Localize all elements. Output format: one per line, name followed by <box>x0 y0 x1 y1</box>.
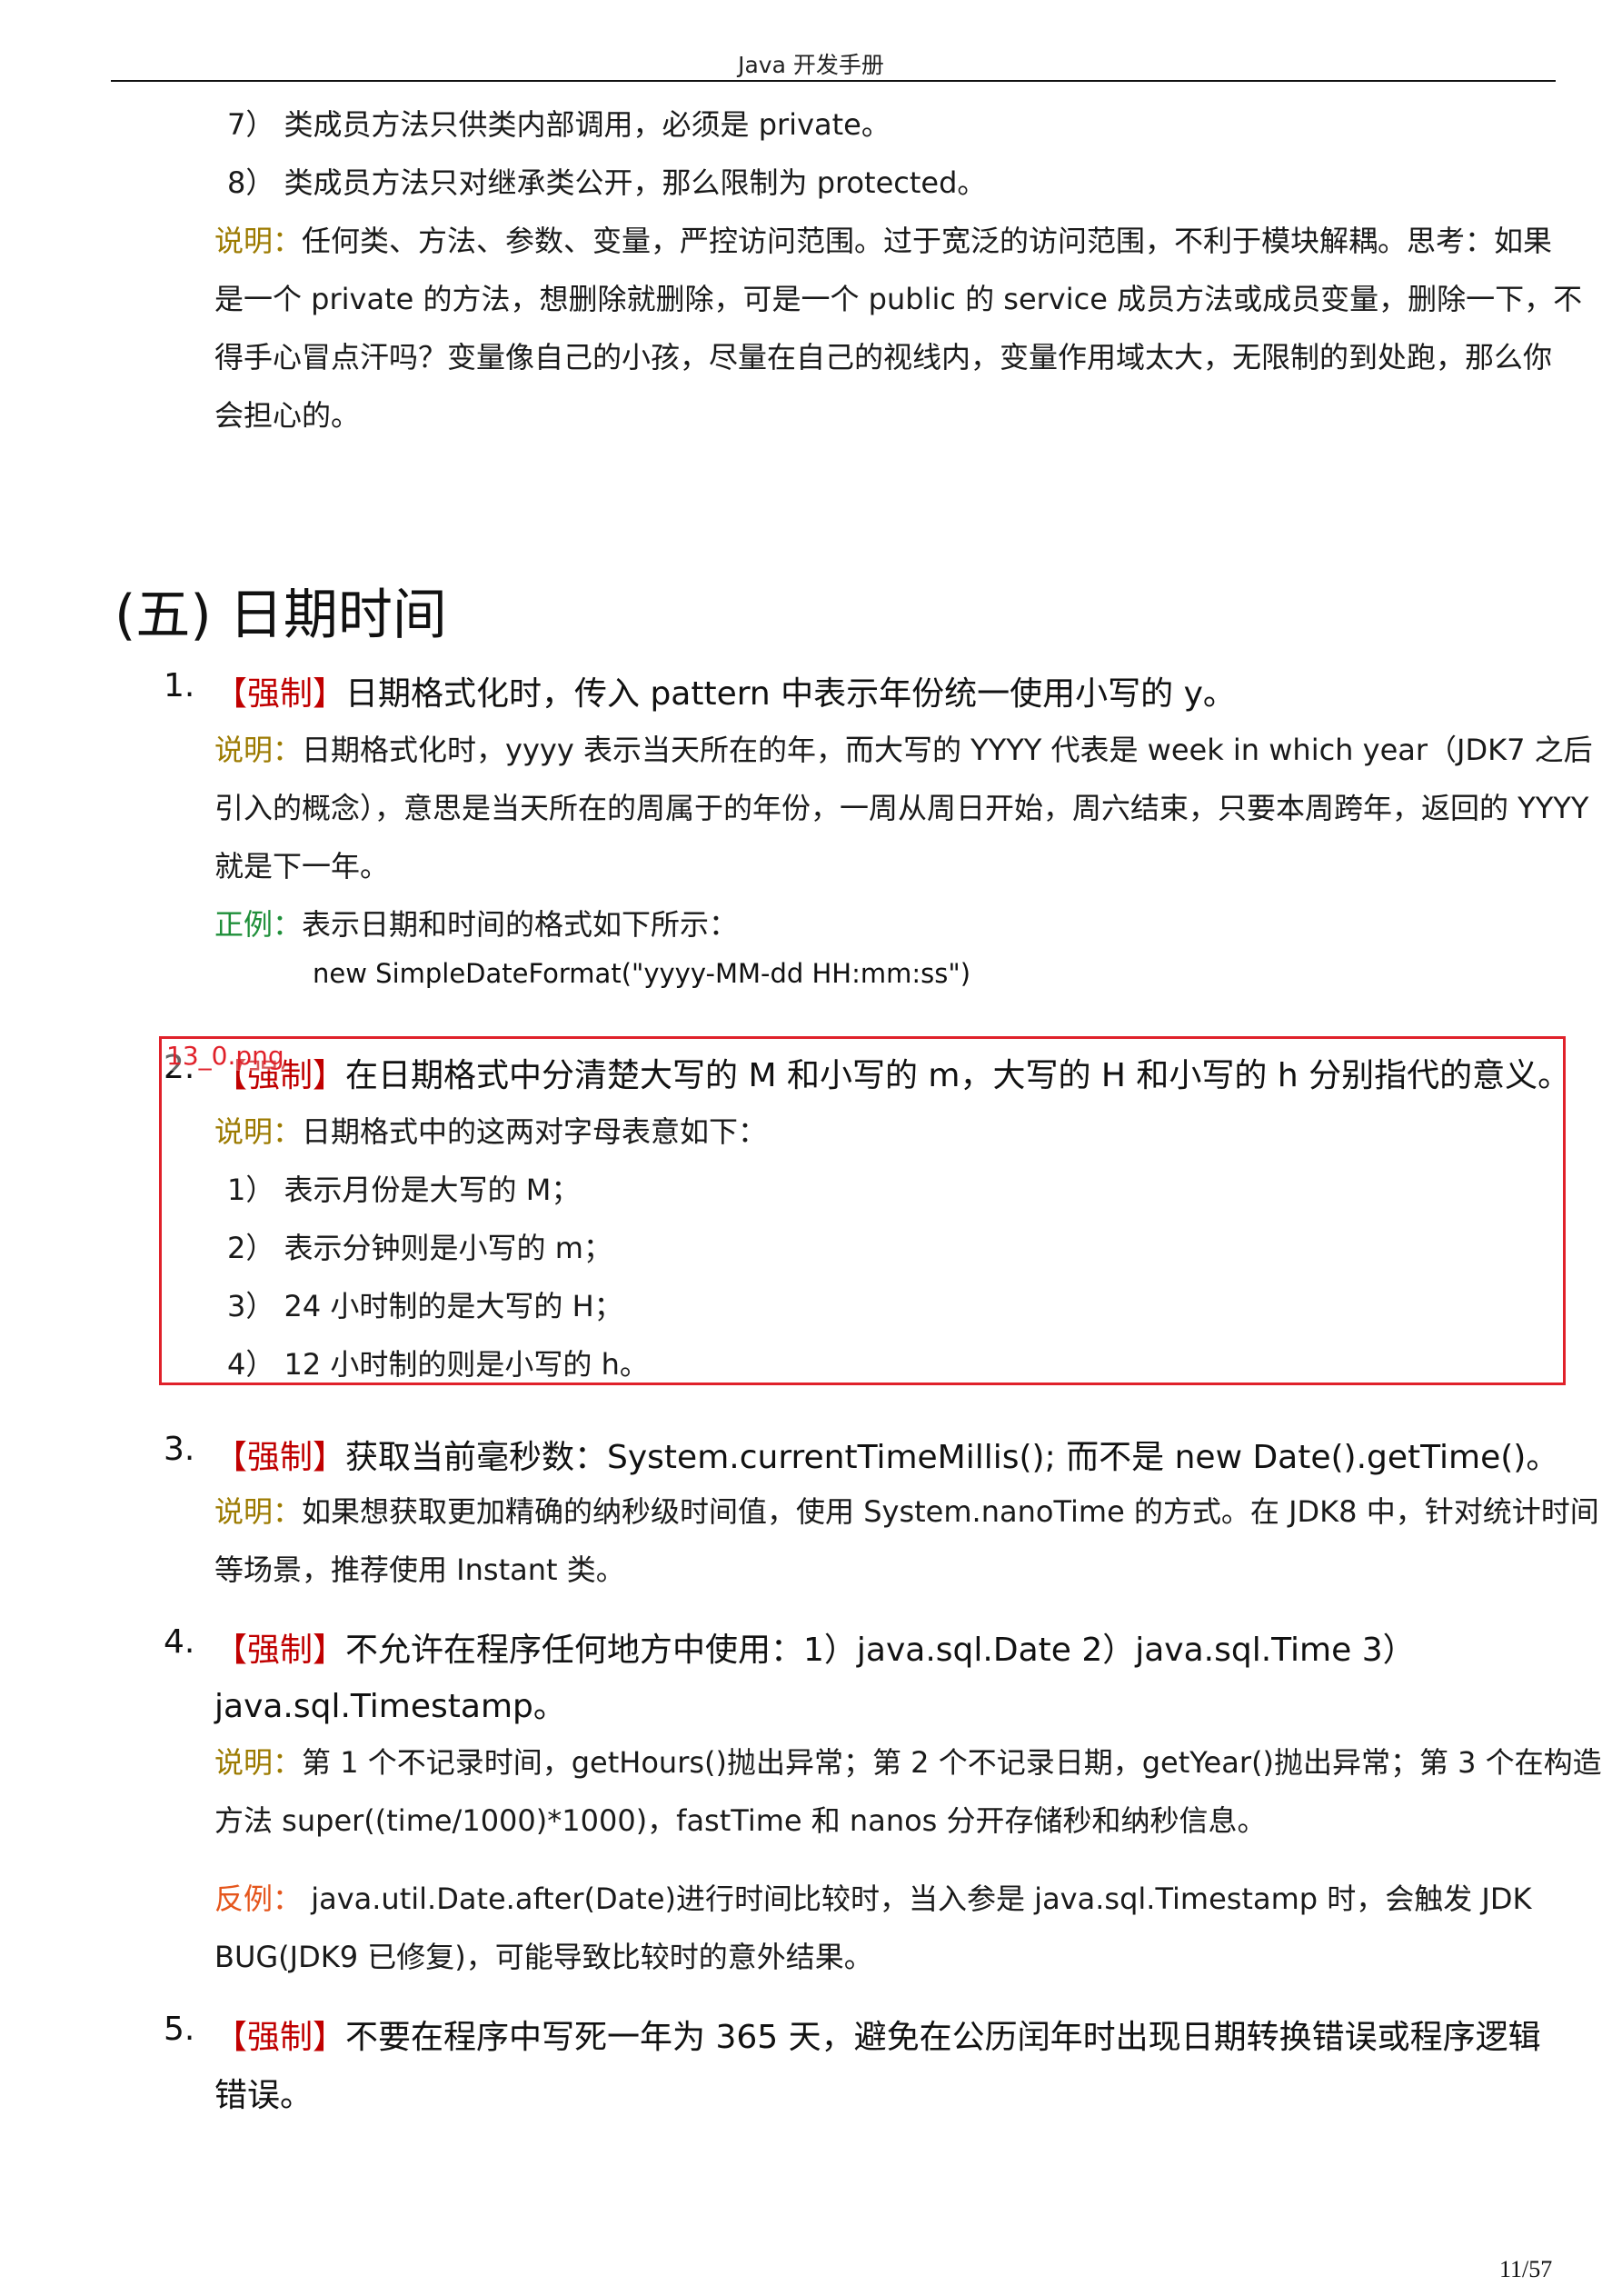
annotation-label: 13_0.png <box>166 1041 284 1071</box>
item-number: 5. <box>164 2011 195 2048</box>
item-title: 【强制】不允许在程序任何地方中使用：1）java.sql.Date 2）java… <box>214 1632 1416 1669</box>
note-label: 说明： <box>214 1745 303 1780</box>
note-line: 就是下一年。 <box>214 849 390 883</box>
bad-example-label: 反例： <box>214 1882 303 1916</box>
item-number: 3. <box>164 1431 195 1468</box>
item-title: 【强制】不要在程序中写死一年为 365 天，避免在公历闰年时出现日期转换错误或程… <box>214 2019 1541 2056</box>
section-heading: (五) 日期时间 <box>114 584 447 647</box>
item-title: 【强制】日期格式化时，传入 pattern 中表示年份统一使用小写的 y。 <box>214 675 1236 713</box>
item-title-continued: 错误。 <box>214 2077 313 2114</box>
running-header: Java 开发手册 <box>738 52 884 78</box>
good-example: 正例：表示日期和时间的格式如下所示： <box>214 907 739 942</box>
note-line: 方法 super((time/1000)*1000)，fastTime 和 na… <box>214 1803 1267 1838</box>
note-paragraph: 说明：第 1 个不记录时间，getHours()抛出异常；第 2 个不记录日期，… <box>214 1745 1602 1780</box>
mandatory-tag: 【强制】 <box>214 2019 346 2056</box>
note-line: 会担心的。 <box>214 398 361 433</box>
note-line: 等场景，推荐使用 Instant 类。 <box>214 1552 625 1587</box>
note-paragraph: 说明：日期格式化时，yyyy 表示当天所在的年，而大写的 YYYY 代表是 we… <box>214 733 1593 767</box>
item-title-continued: java.sql.Timestamp。 <box>214 1688 566 1725</box>
note-line: 得手心冒点汗吗？变量像自己的小孩，尽量在自己的视线内，变量作用域太大，无限制的到… <box>214 340 1553 374</box>
list-item: 8） 类成员方法只对继承类公开，那么限制为 protected。 <box>227 165 987 200</box>
bad-example-line: BUG(JDK9 已修复)，可能导致比较时的意外结果。 <box>214 1940 873 1974</box>
mandatory-tag: 【强制】 <box>214 675 346 713</box>
note-line: 是一个 private 的方法，想删除就删除，可是一个 public 的 ser… <box>214 282 1583 316</box>
note-line: 引入的概念），意思是当天所在的周属于的年份，一周从周日开始，周六结束，只要本周跨… <box>214 791 1589 825</box>
mandatory-tag: 【强制】 <box>214 1632 346 1669</box>
item-title: 【强制】获取当前毫秒数：System.currentTimeMillis(); … <box>214 1439 1559 1476</box>
mandatory-tag: 【强制】 <box>214 1439 346 1476</box>
note-label: 说明： <box>214 1494 303 1529</box>
page-number: 11/57 <box>1499 2256 1553 2282</box>
item-number: 1. <box>164 667 195 704</box>
good-example-label: 正例： <box>214 907 303 942</box>
list-item: 7） 类成员方法只供类内部调用，必须是 private。 <box>227 107 891 142</box>
code-snippet: new SimpleDateFormat("yyyy-MM-dd HH:mm:s… <box>313 958 971 989</box>
note-paragraph: 说明：如果想获取更加精确的纳秒级时间值，使用 System.nanoTime 的… <box>214 1494 1599 1529</box>
note-label: 说明： <box>214 224 303 258</box>
note-paragraph: 说明：任何类、方法、参数、变量，严控访问范围。过于宽泛的访问范围，不利于模块解耦… <box>214 218 1552 260</box>
note-text: 任何类、方法、参数、变量，严控访问范围。过于宽泛的访问范围，不利于模块解耦。思考… <box>302 224 1553 258</box>
annotation-box <box>159 1036 1566 1385</box>
note-label: 说明： <box>214 733 303 767</box>
item-number: 4. <box>164 1623 195 1661</box>
header-rule <box>111 80 1556 82</box>
bad-example: 反例： java.util.Date.after(Date)进行时间比较时，当入… <box>214 1882 1532 1916</box>
